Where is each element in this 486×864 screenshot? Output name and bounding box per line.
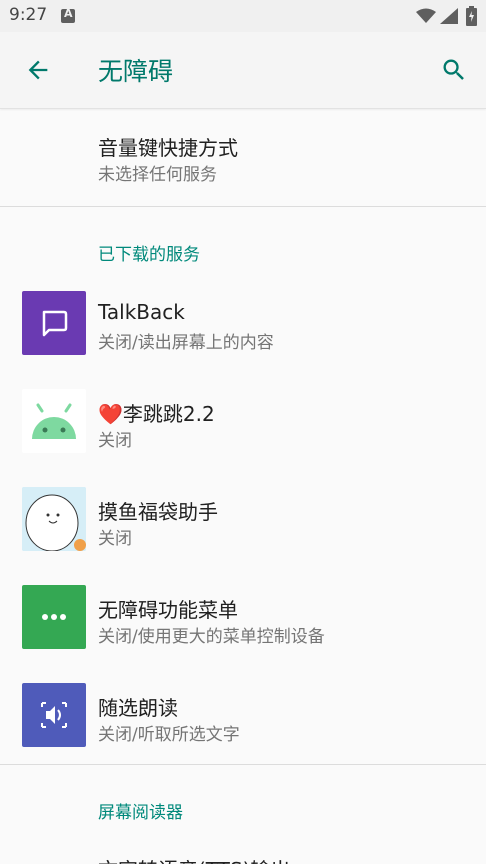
lititiao-item[interactable]: ❤️李跳跳2.2 关闭 [0, 380, 486, 476]
divider [0, 206, 486, 207]
arrow-back-icon[interactable] [24, 56, 52, 84]
page-title: 无障碍 [98, 57, 174, 86]
battery-charging-icon [466, 6, 477, 26]
more-horizontal-icon [42, 614, 66, 620]
item-title: ❤️李跳跳2.2 [98, 402, 215, 426]
item-title: 摸鱼福袋助手 [98, 500, 218, 524]
wifi-icon [416, 8, 436, 23]
cartoon-avatar-icon [22, 487, 86, 551]
volume-shortcut-item[interactable]: 音量键快捷方式 未选择任何服务 [0, 108, 486, 206]
search-icon[interactable] [440, 56, 468, 84]
moyu-app-icon [22, 487, 86, 551]
item-subtitle: 关闭/使用更大的菜单控制设备 [98, 627, 325, 647]
talkback-item[interactable]: TalkBack 关闭/读出屏幕上的内容 [0, 282, 486, 378]
talkback-app-icon [22, 291, 86, 355]
lititiao-app-icon [22, 389, 86, 453]
item-title: TalkBack [98, 300, 185, 324]
item-subtitle: 关闭 [98, 431, 132, 451]
android-head-icon [32, 403, 76, 439]
accessibility-menu-app-icon [22, 585, 86, 649]
app-bar: 无障碍 [0, 32, 486, 109]
select-to-speak-app-icon [22, 683, 86, 747]
speaker-icon [41, 702, 67, 728]
section-header-downloaded: 已下载的服务 [98, 245, 200, 265]
accessibility-menu-item[interactable]: 无障碍功能菜单 关闭/使用更大的菜单控制设备 [0, 576, 486, 672]
divider [0, 764, 486, 765]
section-header-screen-reader: 屏幕阅读器 [98, 803, 183, 823]
notification-a-icon [61, 7, 75, 23]
item-title: 音量键快捷方式 [98, 136, 238, 160]
status-bar: 9:27 [0, 0, 486, 32]
item-title: 无障碍功能菜单 [98, 598, 238, 622]
item-subtitle: 关闭 [98, 529, 132, 549]
select-to-speak-item[interactable]: 随选朗读 关闭/听取所选文字 [0, 674, 486, 764]
chat-bubble-icon [42, 310, 68, 337]
signal-icon [440, 8, 458, 24]
item-title: 随选朗读 [98, 696, 178, 720]
item-subtitle: 关闭/读出屏幕上的内容 [98, 333, 274, 353]
item-subtitle: 关闭/听取所选文字 [98, 725, 240, 745]
item-subtitle: 未选择任何服务 [98, 165, 217, 185]
moyu-item[interactable]: 摸鱼福袋助手 关闭 [0, 478, 486, 574]
tts-output-item[interactable]: 文字转语音(TTS)输出 [0, 836, 486, 864]
status-time: 9:27 [9, 5, 48, 25]
item-title: 文字转语音(TTS)输出 [98, 854, 290, 864]
